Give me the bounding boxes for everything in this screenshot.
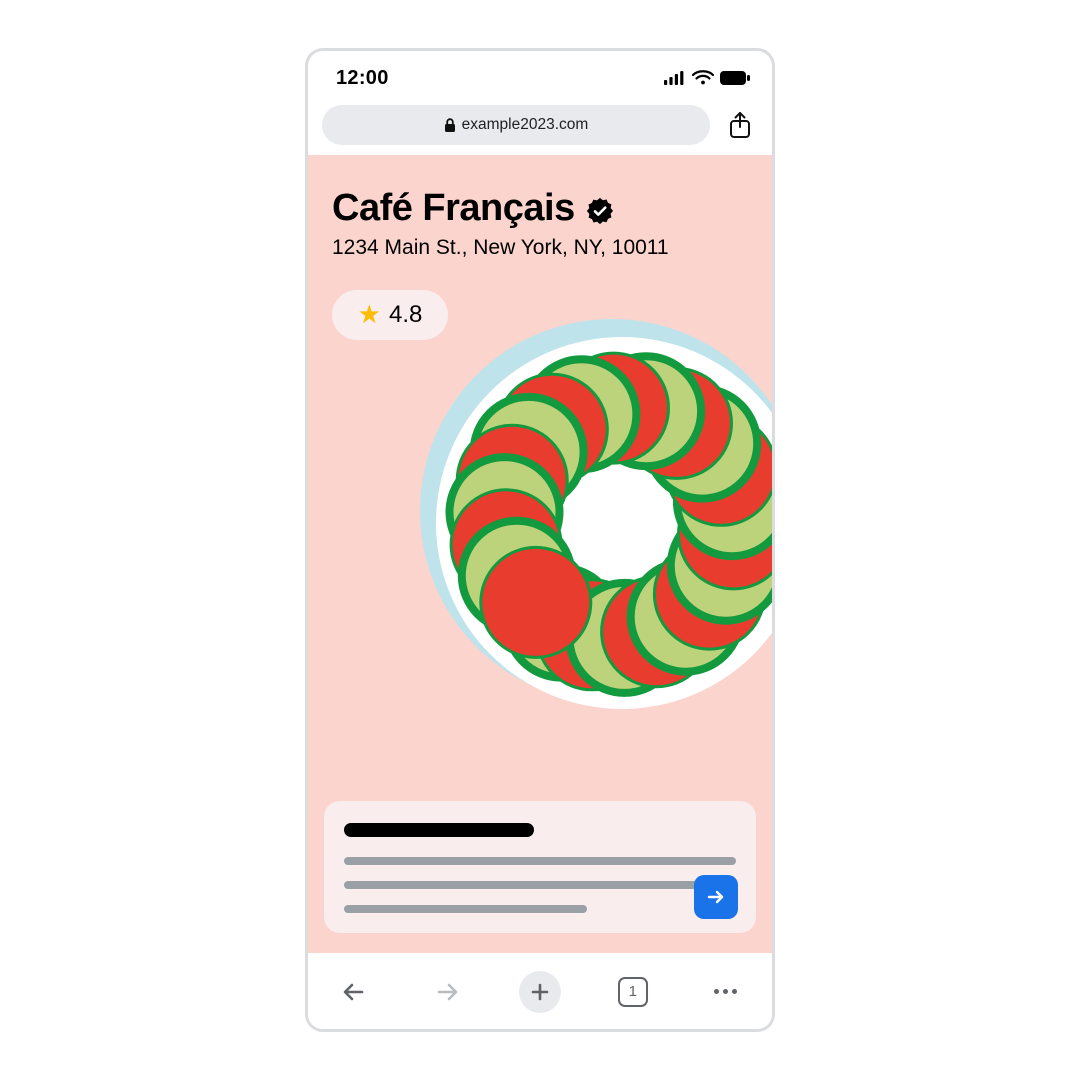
arrow-left-icon (340, 978, 368, 1006)
restaurant-address: 1234 Main St., New York, NY, 10011 (332, 236, 750, 260)
tabs-count: 1 (629, 983, 637, 1000)
info-card (324, 801, 756, 933)
restaurant-name: Café Français (332, 187, 575, 230)
card-text-placeholder (344, 857, 736, 865)
status-icons (664, 70, 750, 86)
dish-illustration (416, 313, 772, 713)
arrow-right-icon (705, 886, 727, 908)
plus-icon (529, 981, 551, 1003)
status-bar: 12:00 (308, 51, 772, 105)
wifi-icon (692, 70, 714, 86)
forward-button[interactable] (426, 971, 468, 1013)
phone-frame: 12:00 example2 (305, 48, 775, 1032)
title-row: Café Français (332, 187, 750, 230)
tabs-count-badge: 1 (618, 977, 648, 1007)
arrow-right-icon (433, 978, 461, 1006)
new-tab-button[interactable] (519, 971, 561, 1013)
status-time: 12:00 (336, 67, 389, 90)
lock-icon (444, 118, 456, 132)
address-url: example2023.com (462, 116, 589, 134)
browser-toolbar: 1 (308, 953, 772, 1029)
card-action-button[interactable] (694, 875, 738, 919)
share-icon (728, 111, 752, 139)
card-text-placeholder (344, 881, 736, 889)
verified-badge-icon (585, 196, 615, 226)
tabs-button[interactable]: 1 (612, 971, 654, 1013)
browser-top-bar: example2023.com (308, 105, 772, 155)
menu-button[interactable] (705, 971, 747, 1013)
cellular-icon (664, 71, 686, 85)
back-button[interactable] (333, 971, 375, 1013)
card-title-placeholder (344, 823, 534, 837)
address-bar[interactable]: example2023.com (322, 105, 710, 145)
star-icon: ★ (358, 301, 381, 327)
ellipsis-icon (714, 989, 737, 994)
card-text-placeholder (344, 905, 587, 913)
battery-icon (720, 71, 750, 85)
share-button[interactable] (722, 107, 758, 143)
page-content: Café Français 1234 Main St., New York, N… (308, 155, 772, 953)
